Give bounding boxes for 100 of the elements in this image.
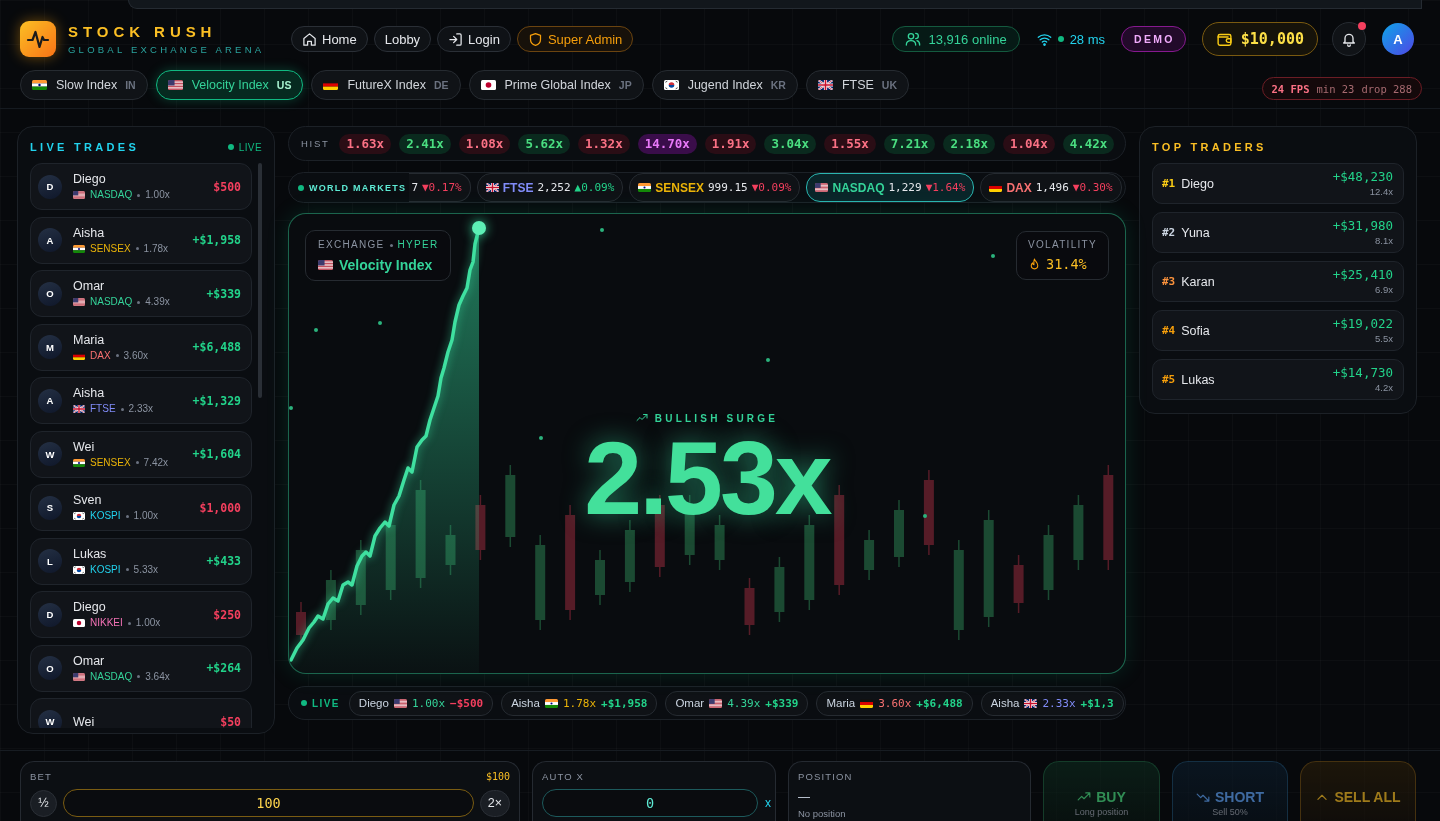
market-ticker[interactable]: DAX 1,496 ▼0.30% [980, 173, 1122, 202]
multiplier-chip: 3.04x [764, 133, 817, 154]
market-ticker[interactable]: FTSE 2,252 ▲0.09% [476, 173, 624, 202]
user-avatar: A [38, 388, 62, 413]
candlestick [595, 549, 605, 606]
position-value: — [798, 790, 811, 804]
feed-name: Maria [826, 697, 856, 709]
multiplier-chip: 14.70x [637, 133, 697, 154]
feed-amount: −$500 [450, 696, 484, 710]
panel-title: TOP TRADERS [1152, 141, 1267, 153]
trader-name: Diego [73, 600, 107, 614]
trade-multiplier: 1.00x [135, 617, 161, 629]
profile-avatar-button[interactable]: A [1382, 23, 1414, 55]
trade-multiplier: 5.33x [133, 563, 159, 576]
multiplier-chip: 2.41x [399, 133, 451, 154]
shield-icon [527, 31, 543, 47]
live-label: LIVE [238, 141, 262, 153]
bet-amount-field[interactable]: 100 [63, 789, 474, 817]
market-change: ▼0.17% [422, 181, 462, 194]
multiplier-chip: 4.42x [1062, 133, 1115, 154]
nav-button[interactable]: Lobby [373, 26, 432, 52]
user-avatar: D [38, 602, 62, 627]
trade-amount: +$1,958 [192, 233, 241, 247]
index-tab[interactable]: FutureX Index DE [311, 70, 461, 100]
trader-name: Omar [73, 653, 106, 668]
market-name: SENSEX [655, 180, 704, 195]
half-button[interactable]: ½ [30, 789, 57, 817]
trade-amount: $250 [213, 607, 241, 622]
notifications-button[interactable] [1332, 22, 1366, 56]
multiplier-chip: 7.21x [883, 133, 936, 154]
market-name: SENSEX [90, 242, 131, 255]
market-name: NASDAQ [90, 296, 133, 308]
market-name: NASDAQ [90, 189, 133, 201]
latency-reading: 28 ms [1069, 31, 1106, 47]
auto-cashout-field[interactable]: 0 [542, 789, 758, 817]
feed-multiplier: 1.00x [411, 696, 445, 710]
field-suffix: x [765, 796, 771, 810]
user-avatar: D [38, 174, 62, 199]
feed-multiplier: 1.78x [562, 696, 597, 710]
flag-icon [73, 565, 85, 574]
market-ticker[interactable]: 7 ▼0.17% [409, 173, 471, 202]
trade-amount: $50 [220, 714, 241, 728]
online-count: 13,916 online [928, 31, 1007, 47]
market-name: DAX [90, 349, 111, 362]
flag-icon [73, 191, 85, 199]
panel-title: LIVE TRADES [30, 141, 140, 153]
flag-icon [73, 672, 85, 681]
index-tab[interactable]: Jugend Index KR [651, 70, 798, 100]
market-ticker[interactable]: SENSEX 999.15 ▼0.09% [629, 173, 801, 202]
candlestick [774, 556, 785, 623]
markets-label: WORLD MARKETS [309, 182, 407, 193]
index-tab[interactable]: Slow Index IN [20, 70, 148, 100]
index-tab[interactable]: Velocity Index US [155, 70, 304, 100]
multiplier-chip: 2.18x [943, 133, 996, 154]
home-icon [302, 31, 317, 47]
market-value: 1,496 [1035, 181, 1069, 194]
multiplier-chip: 1.55x [824, 133, 876, 154]
market-ticker[interactable]: NASDAQ 1,229 ▼1.64% [806, 173, 975, 202]
index-tab[interactable]: Prime Global Index JP [468, 70, 644, 100]
trader-name: Aisha [73, 386, 106, 400]
trader-name: Yuna [1181, 225, 1211, 240]
nav-button[interactable]: Home [291, 26, 368, 52]
feed-amount: +$1,3 [1080, 696, 1114, 710]
separator-dot [127, 621, 131, 625]
trade-multiplier: 1.00x [145, 189, 170, 201]
position-note: No position [798, 808, 847, 819]
double-button[interactable]: 2× [480, 789, 510, 817]
trader-rank: #2 [1162, 226, 1176, 239]
live-dot [227, 144, 234, 150]
nav-button[interactable]: Login [437, 26, 511, 52]
trader-rank: #3 [1162, 275, 1176, 288]
multiplier-chip: 1.04x [1003, 133, 1055, 154]
brand-title: STOCK RUSH [68, 23, 218, 39]
wallet-button[interactable]: $10,000 [1201, 22, 1318, 56]
trader-name: Lukas [1181, 372, 1216, 387]
trade-multiplier: 3.64x [145, 670, 170, 683]
status-dot [1057, 36, 1064, 42]
trade-multiplier: 2.33x [128, 403, 154, 415]
market-name: SENSEX [90, 456, 131, 469]
flag-icon [73, 351, 85, 360]
field-label: BET [30, 770, 52, 782]
trader-name: Aisha [73, 225, 106, 240]
flag-icon [817, 80, 833, 90]
market-change: ▼1.64% [925, 181, 966, 194]
market-change: ▼0.30% [1072, 181, 1113, 194]
trade-amount: $500 [213, 179, 241, 194]
index-tab[interactable]: FTSE UK [805, 70, 909, 100]
flag-icon [1024, 698, 1038, 708]
exchange-label: EXCHANGE [318, 239, 385, 251]
market-name: NASDAQ [832, 180, 885, 195]
glow-dot [378, 321, 382, 325]
admin-button[interactable]: Super Admin [516, 26, 634, 52]
flag-icon [638, 183, 652, 192]
trade-multiplier: 7.42x [143, 456, 169, 469]
trader-name: Wei [73, 439, 96, 454]
multiplier-chip: 1.91x [704, 133, 757, 154]
trader-profit: +$48,230 [1332, 170, 1393, 184]
feed-name: Diego [358, 697, 389, 709]
scrollbar-thumb[interactable] [258, 163, 262, 398]
trade-multiplier: 1.78x [143, 242, 169, 255]
